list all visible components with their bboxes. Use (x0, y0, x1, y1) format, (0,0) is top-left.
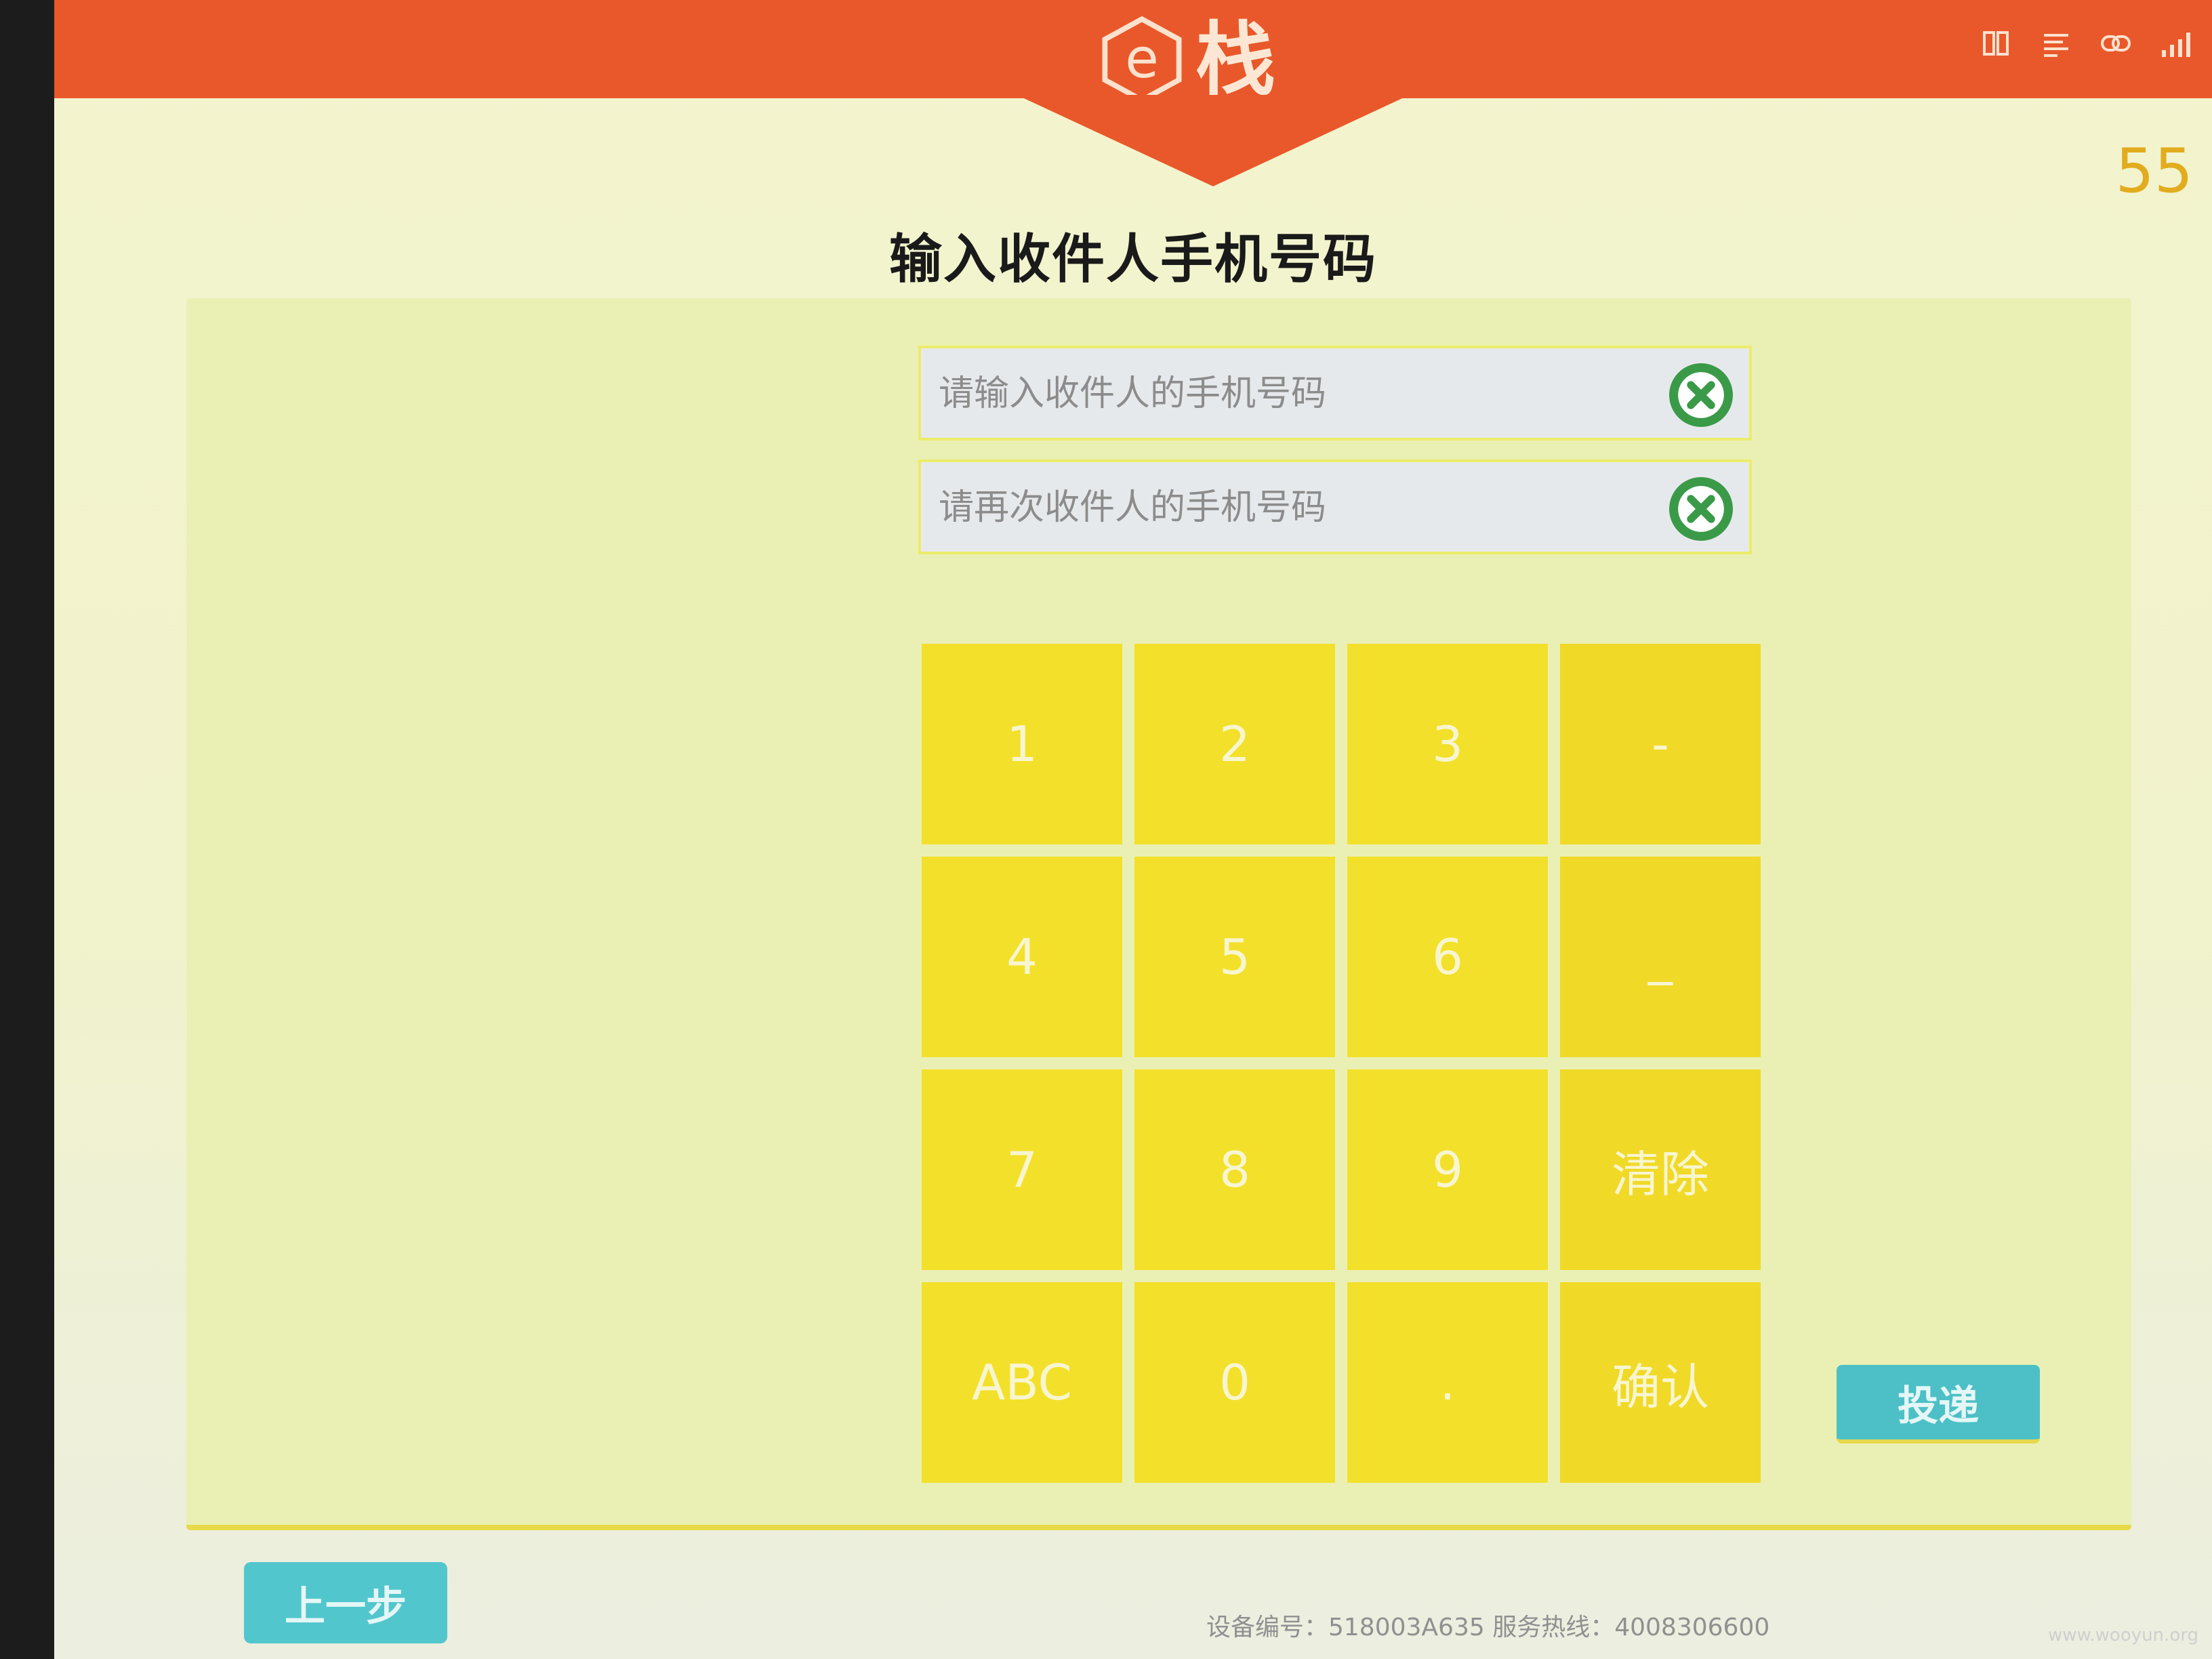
key-clear[interactable]: 清除 (1560, 1069, 1761, 1270)
hexagon-e-logo-icon: e (1098, 16, 1186, 104)
clear-phone-icon[interactable] (1669, 363, 1733, 427)
key-0[interactable]: 0 (1134, 1282, 1335, 1483)
key-6[interactable]: 6 (1347, 857, 1548, 1057)
countdown-timer: 55 (2115, 136, 2193, 207)
watermark: www.wooyun.org (2047, 1625, 2198, 1645)
numeric-keypad: 1 2 3 - 4 5 6 _ 7 8 9 清除 ABC 0 . 确认 (922, 644, 1762, 1483)
header-bar: e 栈 (54, 0, 2212, 104)
key-abc[interactable]: ABC (922, 1282, 1122, 1483)
menu-icon (2040, 27, 2072, 60)
key-9[interactable]: 9 (1347, 1069, 1548, 1270)
brand-logo: e 栈 (1098, 12, 1275, 107)
signal-icon (2159, 27, 2192, 60)
svg-text:e: e (1125, 27, 1159, 91)
key-1[interactable]: 1 (922, 644, 1122, 844)
brand-name: 栈 (1195, 13, 1276, 106)
key-confirm[interactable]: 确认 (1560, 1282, 1761, 1483)
key-7[interactable]: 7 (922, 1069, 1122, 1270)
key-3[interactable]: 3 (1347, 644, 1548, 844)
status-icons (1980, 27, 2192, 60)
kiosk-screen: e 栈 55 输入收件人手机号码 请输入收件人的手机号码 请再次收件人的手机号码… (54, 0, 2212, 1659)
back-button[interactable]: 上一步 (244, 1562, 447, 1643)
clear-phone-confirm-icon[interactable] (1669, 477, 1733, 541)
key-5[interactable]: 5 (1134, 857, 1335, 1057)
link-icon (2100, 27, 2132, 60)
phone-confirm-input[interactable] (937, 462, 1652, 553)
device-info-footer: 设备编号：518003A635 服务热线：4008306600 (1206, 1614, 1770, 1641)
key-2[interactable]: 2 (1134, 644, 1335, 844)
key-4[interactable]: 4 (922, 857, 1122, 1057)
input-panel: 1 2 3 - 4 5 6 _ 7 8 9 清除 ABC 0 . 确认 投递 (186, 298, 2131, 1530)
key-dot[interactable]: . (1347, 1282, 1548, 1483)
phone-input[interactable] (937, 348, 1652, 439)
sim-icon (1980, 27, 2013, 60)
page-title: 输入收件人手机号码 (888, 229, 1377, 290)
key-underscore[interactable]: _ (1560, 857, 1761, 1057)
key-8[interactable]: 8 (1134, 1069, 1335, 1270)
header-notch (1017, 95, 1410, 186)
phone-confirm-input-row (918, 459, 1752, 554)
key-dash[interactable]: - (1560, 644, 1761, 844)
deliver-button[interactable]: 投递 (1837, 1365, 2040, 1443)
phone-input-row (918, 346, 1752, 441)
